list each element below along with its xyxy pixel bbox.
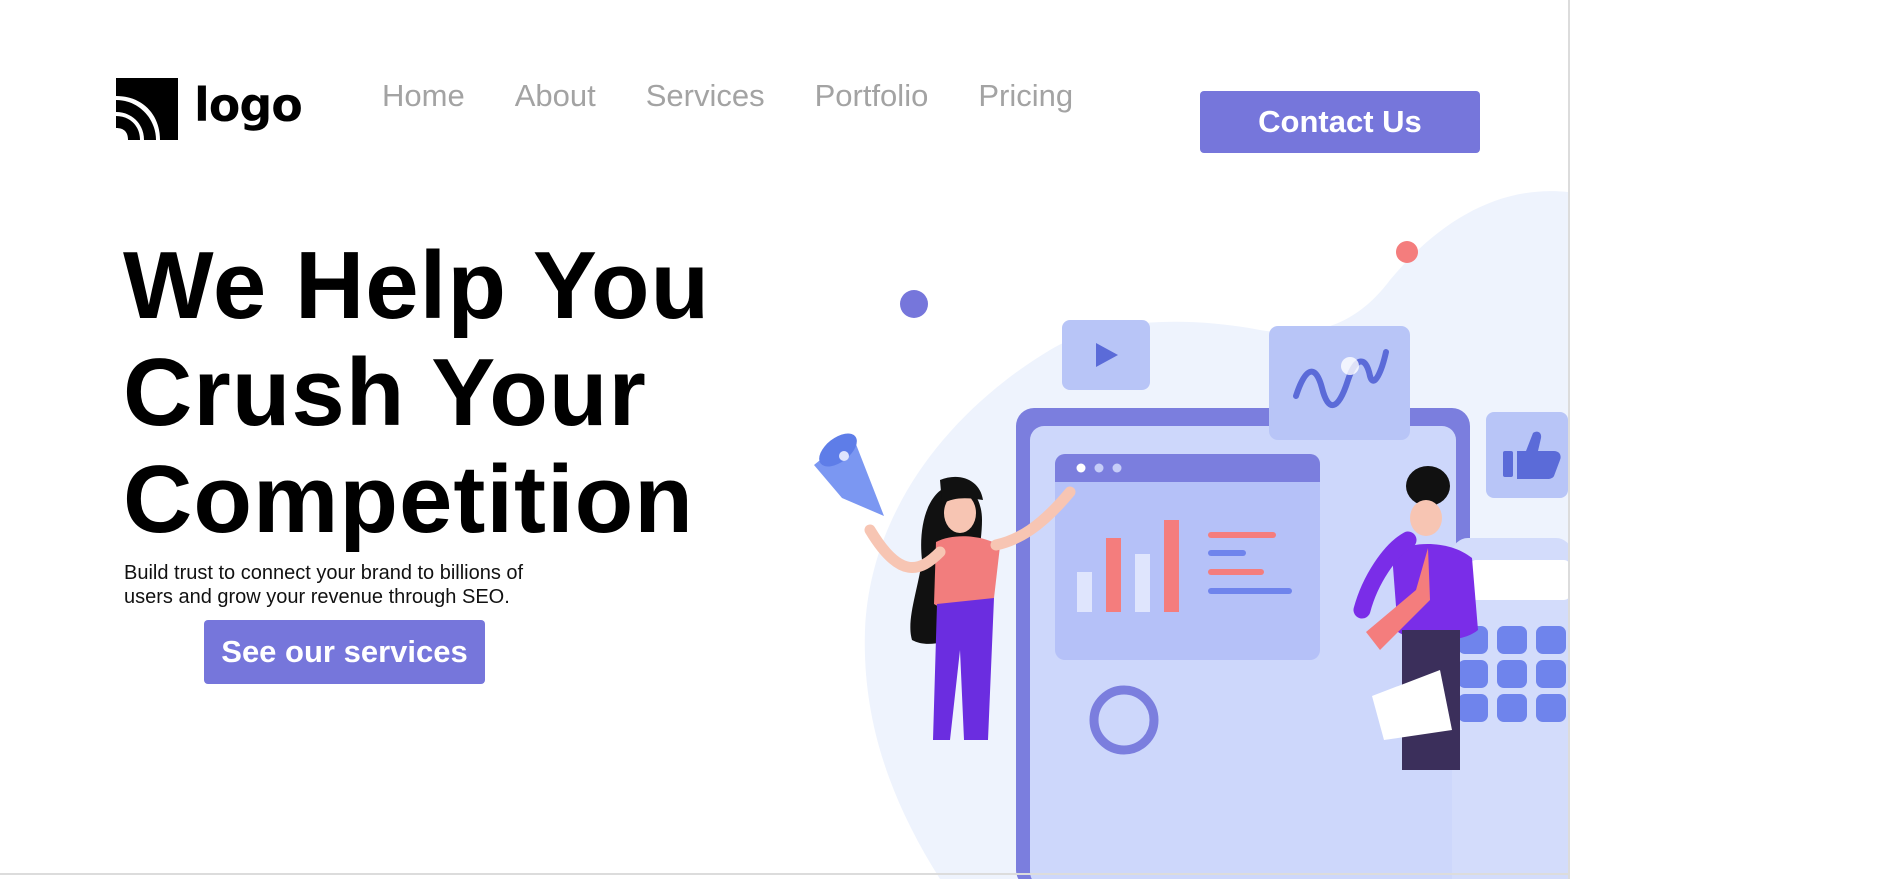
main-nav: Home About Services Portfolio Pricing	[382, 78, 1073, 114]
hero-title-line: We Help You	[123, 232, 711, 339]
hero-illustration	[814, 191, 1568, 879]
site-logo[interactable]: logo	[116, 78, 303, 140]
decor-dot-purple	[900, 290, 928, 318]
nav-item-pricing[interactable]: Pricing	[978, 78, 1073, 114]
logo-icon	[116, 78, 178, 140]
hero-title-line: Crush Your	[123, 339, 647, 446]
nav-item-about[interactable]: About	[515, 78, 596, 114]
decor-dot-coral	[1396, 241, 1418, 263]
contact-us-button[interactable]: Contact Us	[1200, 91, 1480, 153]
nav-item-portfolio[interactable]: Portfolio	[815, 78, 929, 114]
nav-item-home[interactable]: Home	[382, 78, 465, 114]
page-bottom-divider	[0, 873, 1570, 875]
hero-title-line: Competition	[123, 446, 694, 553]
hero-title: We Help You Crush Your Competition	[123, 232, 763, 553]
trend-chart-icon	[1269, 326, 1410, 440]
nav-item-services[interactable]: Services	[646, 78, 765, 114]
monitor	[1016, 408, 1470, 879]
see-services-button[interactable]: See our services	[204, 620, 485, 684]
logo-text: logo	[194, 78, 303, 132]
page-edge-divider	[1568, 0, 1570, 879]
hero-subtitle: Build trust to connect your brand to bil…	[124, 562, 524, 608]
play-icon	[1062, 320, 1150, 390]
landing-page: logo Home About Services Portfolio Prici…	[0, 0, 1568, 879]
thumbs-up-icon	[1486, 412, 1568, 498]
